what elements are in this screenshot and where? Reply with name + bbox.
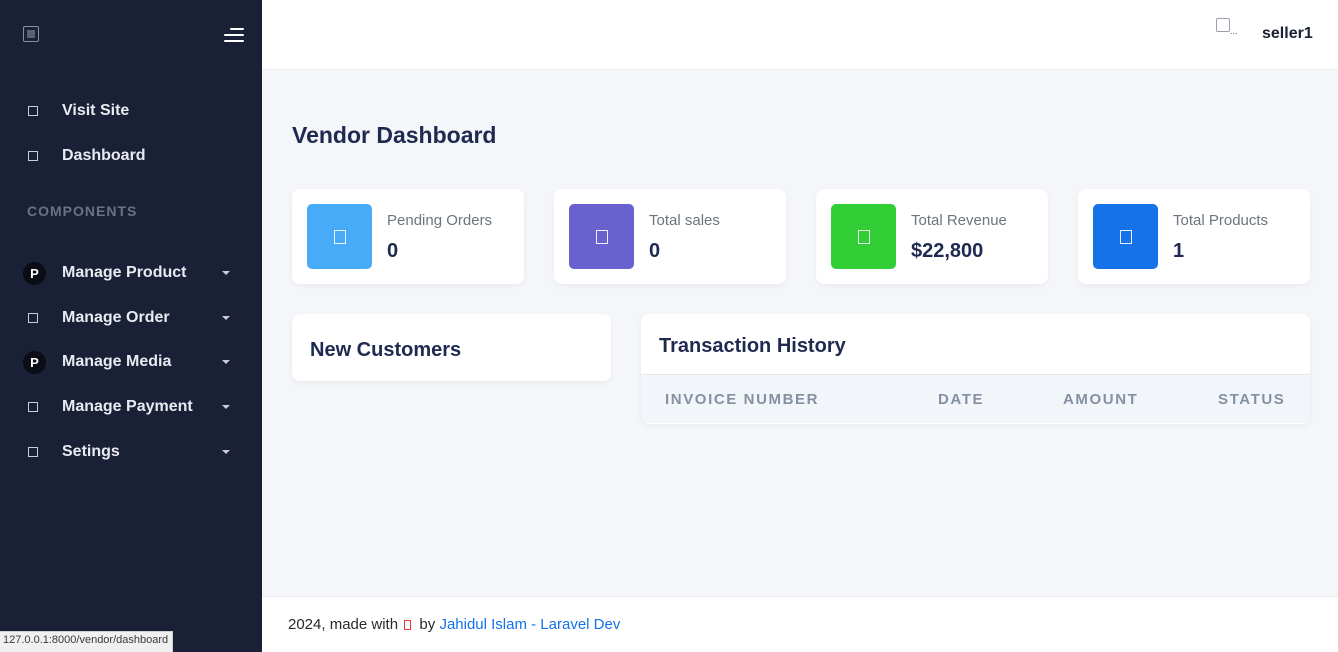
- circle-p-icon: P: [23, 261, 46, 285]
- caret-down-icon: [222, 360, 230, 364]
- stat-card-total-sales: Total sales 0: [554, 189, 786, 284]
- stat-card-pending-orders: Pending Orders 0: [292, 189, 524, 284]
- sidebar-item-label: Visit Site: [62, 102, 130, 119]
- square-outline-icon: [28, 106, 38, 116]
- caret-down-icon: [222, 271, 230, 275]
- stat-label: Total Revenue: [911, 212, 1007, 229]
- avatar[interactable]: ...: [1216, 18, 1242, 40]
- stat-value: 0: [649, 240, 661, 262]
- total-sales-icon: [569, 204, 634, 269]
- column-header-status[interactable]: Status: [1218, 391, 1285, 408]
- footer-prefix: 2024, made with: [288, 616, 399, 633]
- sidebar-item-label: Manage Order: [62, 309, 170, 326]
- new-customers-title: New Customers: [310, 339, 462, 361]
- footer-by: by: [419, 616, 436, 633]
- transaction-table-header: Invoice Number Date Amount Status: [641, 374, 1310, 423]
- sidebar-item-label: Manage Product: [62, 264, 187, 281]
- stat-value: 0: [387, 240, 399, 262]
- broken-image-icon: [1216, 18, 1230, 32]
- sidebar-item-dashboard[interactable]: Dashboard: [0, 136, 262, 176]
- sidebar-section-title: COMPONENTS: [27, 203, 138, 219]
- column-header-amount[interactable]: Amount: [1063, 391, 1138, 408]
- caret-down-icon: [222, 316, 230, 320]
- sidebar: Visit Site Dashboard COMPONENTS P Manage…: [0, 0, 262, 652]
- sidebar-item-label: Manage Payment: [62, 398, 193, 415]
- author-link[interactable]: Jahidul Islam - Laravel Dev: [439, 616, 620, 633]
- stat-value: $22,800: [911, 240, 984, 262]
- square-outline-icon: [28, 447, 38, 457]
- stat-value: 1: [1173, 240, 1185, 262]
- sidebar-item-manage-media[interactable]: P Manage Media: [0, 342, 262, 382]
- heart-icon: [404, 620, 412, 630]
- avatar-alt-text: ...: [1230, 26, 1238, 36]
- stat-label: Total Products: [1173, 212, 1269, 229]
- sidebar-toggle-icon[interactable]: [222, 26, 244, 44]
- stat-label: Total sales: [649, 212, 720, 229]
- page-title: Vendor Dashboard: [292, 122, 497, 148]
- sidebar-item-label: Setings: [62, 443, 120, 460]
- logo-broken-image-icon[interactable]: [23, 26, 39, 42]
- transaction-history-title: Transaction History: [659, 335, 846, 357]
- transaction-history-card: Transaction History Invoice Number Date …: [641, 314, 1310, 424]
- footer: 2024, made with by Jahidul Islam - Larav…: [262, 596, 1338, 652]
- new-customers-card: New Customers: [292, 314, 611, 381]
- status-bar-url: 127.0.0.1:8000/vendor/dashboard: [0, 631, 174, 652]
- sidebar-item-manage-payment[interactable]: Manage Payment: [0, 387, 262, 427]
- sidebar-item-settings[interactable]: Setings: [0, 432, 262, 472]
- total-products-icon: [1093, 204, 1158, 269]
- column-header-date[interactable]: Date: [938, 391, 984, 408]
- total-revenue-icon: [831, 204, 896, 269]
- square-outline-icon: [28, 313, 38, 323]
- circle-p-icon: P: [23, 350, 46, 374]
- sidebar-item-label: Manage Media: [62, 353, 172, 370]
- caret-down-icon: [222, 405, 230, 409]
- caret-down-icon: [222, 450, 230, 454]
- footer-text: 2024, made with by Jahidul Islam - Larav…: [288, 616, 620, 633]
- username[interactable]: seller1: [1262, 25, 1313, 43]
- square-outline-icon: [28, 402, 38, 412]
- stat-label: Pending Orders: [387, 212, 493, 229]
- sidebar-item-manage-product[interactable]: P Manage Product: [0, 253, 262, 293]
- stat-card-total-products: Total Products 1: [1078, 189, 1310, 284]
- column-header-invoice-number[interactable]: Invoice Number: [665, 391, 819, 408]
- topbar: ... seller1: [262, 0, 1338, 70]
- square-outline-icon: [28, 151, 38, 161]
- stat-card-total-revenue: Total Revenue $22,800: [816, 189, 1048, 284]
- sidebar-item-visit-site[interactable]: Visit Site: [0, 91, 262, 131]
- pending-orders-icon: [307, 204, 372, 269]
- sidebar-item-label: Dashboard: [62, 147, 146, 164]
- sidebar-item-manage-order[interactable]: Manage Order: [0, 298, 262, 338]
